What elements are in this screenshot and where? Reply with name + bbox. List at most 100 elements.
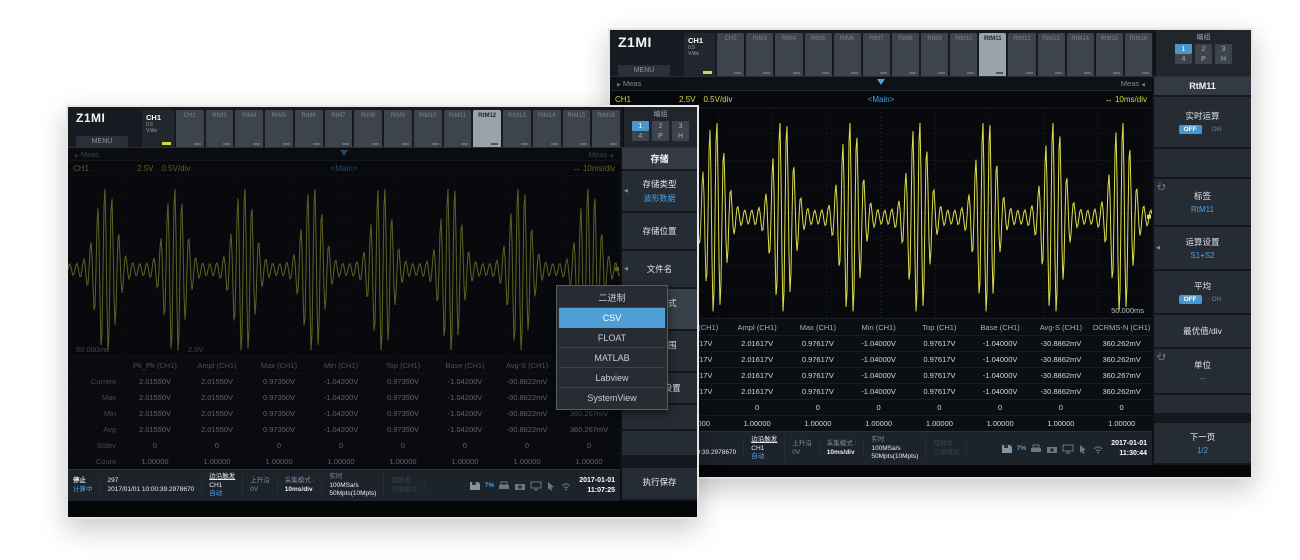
waveform-display[interactable]: 50.000ms 2.5V (68, 176, 620, 356)
tab-rtm14[interactable]: RtM14 (533, 110, 561, 147)
tab-rtm11[interactable]: RtM11 (444, 110, 472, 147)
group-button-1[interactable]: 1 (632, 121, 649, 131)
group-button-h[interactable]: H (672, 131, 689, 141)
menu-item-empty-1 (1154, 149, 1251, 177)
left-triangle-icon: ◀ (1141, 82, 1145, 88)
datetime: 2017-01-01 11:30:44 (1111, 439, 1147, 457)
tab-rtm5[interactable]: RtM5 (265, 110, 293, 147)
menu-item-5[interactable]: 最优值/div (1154, 315, 1251, 347)
tab-ch2[interactable]: CH2 (717, 33, 744, 76)
tab-rtm4[interactable]: RtM4 (775, 33, 802, 76)
menu-item-0[interactable]: 实时运算OFFON (1154, 97, 1251, 147)
tab-rtm7[interactable]: RtM7 (325, 110, 353, 147)
menu-item-6[interactable]: 单位-- (1154, 349, 1251, 393)
tab-label: RtM5 (805, 36, 832, 42)
tab-rtm10[interactable]: RtM10 (950, 33, 977, 76)
display-icon (530, 481, 542, 491)
trigger-position-icon[interactable] (340, 150, 348, 156)
waveform-trace (68, 176, 620, 356)
toggle-on-button[interactable]: ON (1207, 295, 1227, 304)
toggle-off-button[interactable]: OFF (1179, 295, 1202, 304)
tab-rtm9[interactable]: RtM9 (921, 33, 948, 76)
group-button-3[interactable]: 3 (672, 121, 689, 131)
run-state: 停止 计算中 (73, 477, 101, 494)
tab-indicator (1055, 72, 1062, 74)
camera-icon (514, 481, 526, 491)
tab-rtm16[interactable]: RtM16 (592, 110, 620, 147)
tab-label: RtM12 (1008, 36, 1035, 42)
group-button-2[interactable]: 2 (1195, 44, 1212, 54)
tab-rtm6[interactable]: RtM6 (834, 33, 861, 76)
tab-rtm12[interactable]: RtM12 (1008, 33, 1035, 76)
menu-item-0[interactable]: ◀存储类型波形数据 (622, 171, 697, 211)
tab-label: RtM4 (235, 113, 263, 119)
tab-indicator (734, 72, 741, 74)
group-button-1[interactable]: 1 (1175, 44, 1192, 54)
menu-button[interactable]: MENU (618, 65, 670, 76)
tab-rtm7[interactable]: RtM7 (863, 33, 890, 76)
tab-rtm5[interactable]: RtM5 (805, 33, 832, 76)
group-panel: 编组 1234PH (622, 107, 697, 147)
group-button-p[interactable]: P (652, 131, 669, 141)
dropdown-item-systemview[interactable]: SystemView (559, 388, 665, 407)
tab-rtm12[interactable]: RtM12 (473, 110, 501, 147)
tab-indicator (880, 72, 887, 74)
tab-label: CH1 (688, 36, 715, 45)
tab-rtm4[interactable]: RtM4 (235, 110, 263, 147)
tab-indicator (909, 72, 916, 74)
tab-rtm15[interactable]: RtM15 (563, 110, 591, 147)
tab-rtm8[interactable]: RtM8 (354, 110, 382, 147)
channel-info-bar: CH1 2.5V 0.5V/div <Main> ↔ 10ms/div (68, 161, 620, 176)
dropdown-item-float[interactable]: FLOAT (559, 328, 665, 348)
tab-rtm14[interactable]: RtM14 (1067, 33, 1094, 76)
tab-rtm10[interactable]: RtM10 (414, 110, 442, 147)
menu-item-2[interactable]: ◀文件名 (622, 251, 697, 287)
tab-label: RtM13 (1038, 36, 1065, 42)
menu-item-4[interactable]: 平均OFFON (1154, 271, 1251, 313)
tab-rtm3[interactable]: RtM3 (746, 33, 773, 76)
tab-strip: CH10.5V/divCH2RtM3RtM4RtM5RtM6RtM7RtM8Rt… (140, 107, 622, 147)
tab-rtm3[interactable]: RtM3 (206, 110, 234, 147)
tab-ch2[interactable]: CH2 (176, 110, 204, 147)
bottom-filler (610, 465, 1251, 477)
menu-item-1[interactable]: 存储位置 (622, 213, 697, 249)
trigger-position-icon[interactable] (877, 79, 885, 85)
dropdown-item-csv[interactable]: CSV (559, 308, 665, 328)
dropdown-item-labview[interactable]: Labview (559, 368, 665, 388)
grid-time-label: 50.000ms (1111, 306, 1144, 315)
group-button-2[interactable]: 2 (652, 121, 669, 131)
side-menu-title: 存储 (622, 148, 697, 169)
menu-item-3[interactable]: ◀运算设置S1+S2 (1154, 227, 1251, 269)
group-button-4[interactable]: 4 (1175, 54, 1192, 64)
tab-rtm8[interactable]: RtM8 (892, 33, 919, 76)
tab-ch1[interactable]: CH10.5V/div (684, 33, 715, 76)
dropdown-item-二进制[interactable]: 二进制 (559, 288, 665, 308)
tab-indicator (283, 143, 290, 145)
group-button-4[interactable]: 4 (632, 131, 649, 141)
sidebar-footer-button[interactable]: 执行保存 (622, 468, 697, 499)
dropdown-item-matlab[interactable]: MATLAB (559, 348, 665, 368)
tab-rtm6[interactable]: RtM6 (295, 110, 323, 147)
tab-ch1[interactable]: CH10.5V/div (142, 110, 174, 147)
sidebar-sections: 实时运算OFFON标签RtM11◀运算设置S1+S2平均OFFON最优值/div… (1154, 97, 1251, 413)
group-button-3[interactable]: 3 (1215, 44, 1232, 54)
toggle-on-button[interactable]: ON (1207, 125, 1227, 134)
tab-rtm9[interactable]: RtM9 (384, 110, 412, 147)
tab-rtm13[interactable]: RtM13 (1038, 33, 1065, 76)
file-format-dropdown: 二进制CSVFLOATMATLABLabviewSystemView (556, 285, 668, 410)
menu-item-2[interactable]: 标签RtM11 (1154, 179, 1251, 225)
toggle-off-button[interactable]: OFF (1179, 125, 1202, 134)
tab-rtm11[interactable]: RtM11 (979, 33, 1006, 76)
top-tab-bar: Z1MI MENU CH10.5V/divCH2RtM3RtM4RtM5RtM6… (68, 107, 697, 148)
tab-rtm13[interactable]: RtM13 (503, 110, 531, 147)
tab-label: RtM6 (834, 36, 861, 42)
meas-left-label: ▶Meas (73, 150, 99, 159)
sidebar-footer-button[interactable]: 下一页 1/2 (1154, 423, 1251, 463)
group-button-p[interactable]: P (1195, 54, 1212, 64)
tab-rtm16[interactable]: RtM16 (1125, 33, 1152, 76)
tab-label: RtM10 (414, 113, 442, 119)
menu-button[interactable]: MENU (76, 136, 128, 147)
group-button-h[interactable]: H (1215, 54, 1232, 64)
tab-rtm15[interactable]: RtM15 (1096, 33, 1123, 76)
tab-label: RtM14 (1067, 36, 1094, 42)
